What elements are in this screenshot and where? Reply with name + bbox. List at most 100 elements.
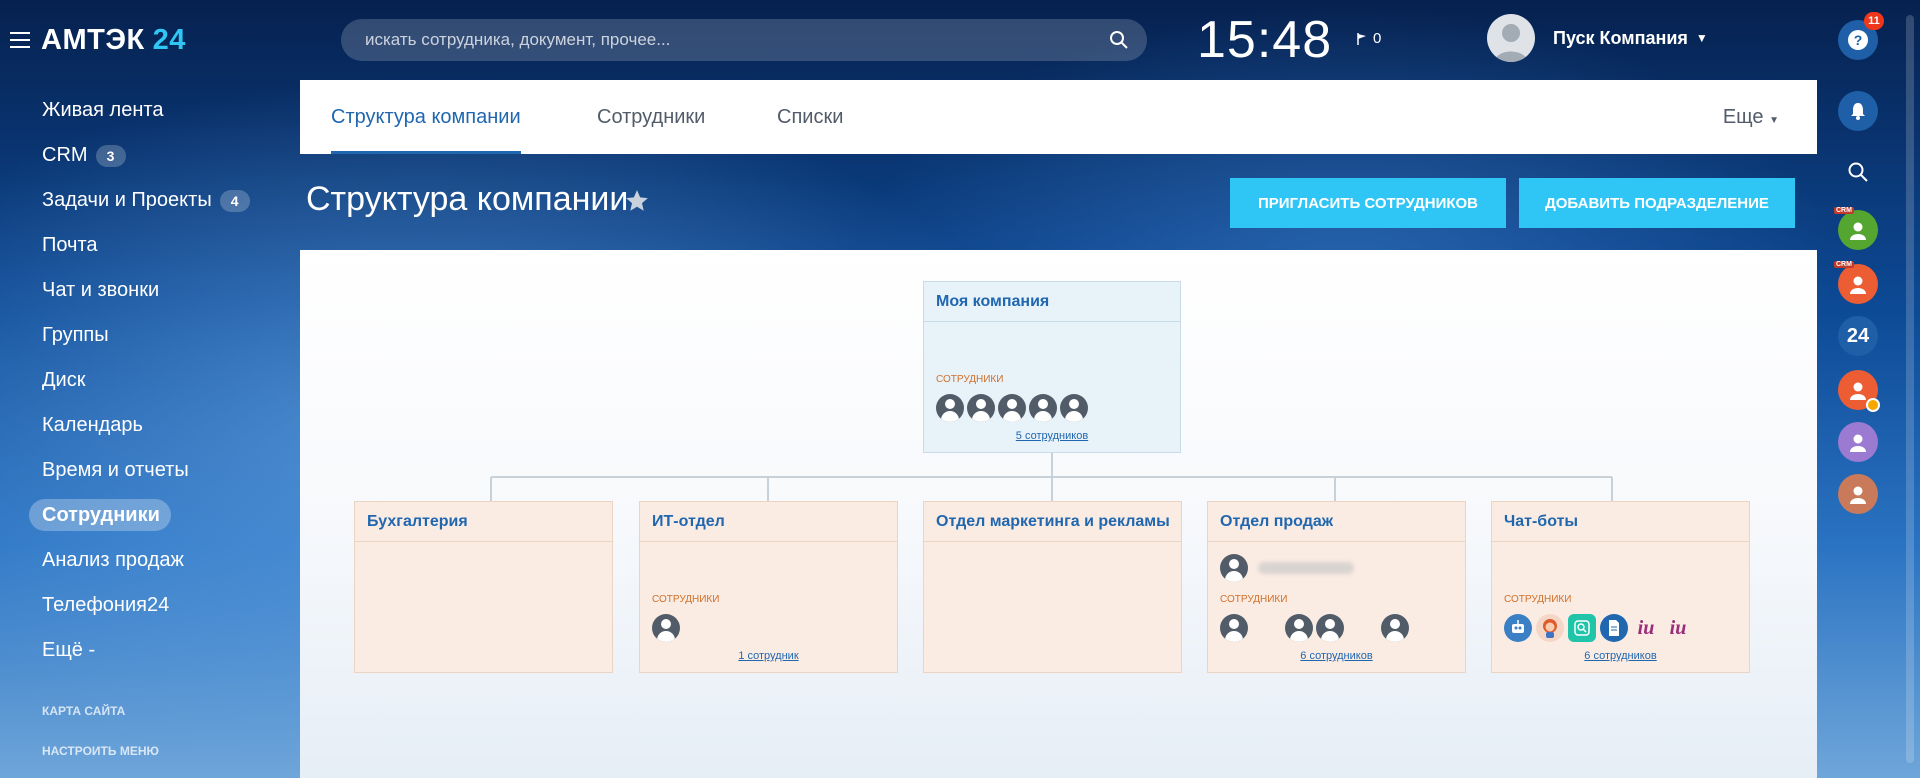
node-title[interactable]: Моя компания (924, 282, 1180, 322)
bot-logo-icon[interactable]: iu (1632, 614, 1660, 642)
tab-lists[interactable]: Списки (777, 80, 843, 154)
node-title[interactable]: Чат-боты (1492, 502, 1749, 542)
panel-search-button[interactable] (1838, 152, 1878, 192)
department-head-name-blurred (1258, 562, 1354, 574)
add-department-button[interactable]: ДОБАВИТЬ ПОДРАЗДЕЛЕНИЕ (1519, 178, 1795, 228)
top-bar: АМТЭК24 15:48 0 Пуск Компания ▼ (0, 0, 1920, 80)
bot-logo-icon[interactable]: iu (1664, 614, 1692, 642)
page-scrollbar[interactable] (1906, 15, 1914, 763)
menu-item-groups[interactable]: Группы (0, 313, 300, 358)
b24-chat[interactable]: 24 (1838, 316, 1878, 356)
logo-number: 24 (152, 24, 186, 56)
node-dept-accounting: Бухгалтерия (354, 501, 613, 673)
employees-label: СОТРУДНИКИ (936, 374, 1004, 385)
menu-item-label: Живая лента (42, 99, 164, 121)
employees-label: СОТРУДНИКИ (1220, 594, 1288, 605)
employee-count-link[interactable]: 6 сотрудников (1208, 650, 1465, 662)
chevron-down-icon: ▼ (1769, 115, 1779, 126)
employee-count-link[interactable]: 5 сотрудников (924, 430, 1180, 442)
document-icon (1609, 620, 1619, 636)
crm-chat-green[interactable]: CRM (1834, 207, 1878, 250)
node-title[interactable]: Бухгалтерия (355, 502, 612, 542)
employee-count-link[interactable]: 6 сотрудников (1492, 650, 1749, 662)
menu-item-calendar[interactable]: Календарь (0, 403, 300, 448)
help-button[interactable]: ? 11 (1838, 12, 1884, 60)
user-menu[interactable]: Пуск Компания ▼ (1487, 14, 1708, 62)
employee-avatar[interactable] (998, 394, 1026, 422)
employee-avatar[interactable] (1316, 614, 1344, 642)
department-head-avatar (1220, 554, 1248, 582)
menu-item-sales-analysis[interactable]: Анализ продаж (0, 538, 300, 583)
tab-label: Списки (777, 105, 844, 128)
employee-avatar[interactable] (1381, 614, 1409, 642)
menu-item-telephony[interactable]: Телефония24 (0, 583, 300, 628)
configure-menu-link[interactable]: НАСТРОИТЬ МЕНЮ (0, 731, 300, 771)
employee-avatar[interactable] (1029, 394, 1057, 422)
favorite-star-icon[interactable] (624, 188, 650, 214)
menu-item-crm[interactable]: CRM 3 (0, 133, 300, 178)
help-badge: 11 (1864, 12, 1884, 30)
employee-avatar[interactable] (967, 394, 995, 422)
search-input[interactable] (365, 19, 1085, 61)
logo[interactable]: АМТЭК 24 (41, 24, 186, 57)
tab-company-structure[interactable]: Структура компании (331, 80, 521, 154)
menu-item-disk[interactable]: Диск (0, 358, 300, 403)
node-title[interactable]: ИТ-отдел (640, 502, 897, 542)
employee-count-link[interactable]: 1 сотрудник (640, 650, 897, 662)
help-icon: ? (1848, 30, 1868, 50)
user-name: Пуск Компания (1553, 27, 1688, 48)
page-header: Структура компании ПРИГЛАСИТЬ СОТРУДНИКО… (300, 154, 1817, 250)
bot-redhead-icon[interactable] (1536, 614, 1564, 642)
user-icon (1850, 222, 1866, 240)
notifications-button[interactable] (1838, 91, 1878, 131)
employee-avatars (1220, 614, 1409, 642)
bot-search-icon[interactable] (1568, 614, 1596, 642)
counter-badge: 4 (219, 189, 250, 212)
menu-burger-icon[interactable] (10, 32, 30, 48)
employee-avatar[interactable] (1220, 614, 1248, 642)
search-icon (1848, 162, 1868, 182)
employee-avatar[interactable] (1285, 614, 1313, 642)
tabs-bar: Структура компании Сотрудники Списки Еще… (300, 80, 1817, 154)
employees-label: СОТРУДНИКИ (1504, 594, 1572, 605)
menu-item-mail[interactable]: Почта (0, 223, 300, 268)
department-head[interactable] (1220, 554, 1354, 582)
user-icon (1850, 276, 1866, 294)
menu-item-chat[interactable]: Чат и звонки (0, 268, 300, 313)
menu-item-more[interactable]: Ещё - (0, 628, 300, 673)
menu-item-label: Время и отчеты (42, 459, 189, 481)
employees-label: СОТРУДНИКИ (652, 594, 720, 605)
user-silhouette-icon (1495, 24, 1527, 62)
node-title[interactable]: Отдел маркетинга и рекламы (924, 502, 1181, 542)
chat-user-purple[interactable] (1838, 422, 1878, 462)
sitemap-link[interactable]: КАРТА САЙТА (0, 691, 300, 731)
chat-user-brown[interactable] (1838, 474, 1878, 514)
clock[interactable]: 15:48 (1197, 10, 1332, 70)
bell-icon (1851, 103, 1865, 120)
bot-robot-icon[interactable] (1504, 614, 1532, 642)
crm-chat-orange[interactable]: CRM (1834, 261, 1878, 304)
search-icon[interactable] (1109, 30, 1129, 50)
employee-avatar[interactable] (936, 394, 964, 422)
invite-employees-button[interactable]: ПРИГЛАСИТЬ СОТРУДНИКОВ (1230, 178, 1506, 228)
tab-employees[interactable]: Сотрудники (597, 80, 705, 154)
menu-item-label: Сотрудники (42, 504, 160, 526)
menu-item-employees[interactable]: Сотрудники (0, 493, 300, 538)
user-icon (1850, 382, 1866, 400)
menu-item-tasks[interactable]: Задачи и Проекты 4 (0, 178, 300, 223)
bot-document-icon[interactable] (1600, 614, 1628, 642)
bot-avatars: iu iu (1504, 614, 1692, 642)
menu-spacer (0, 673, 300, 691)
employee-avatar[interactable] (652, 614, 680, 642)
worktime-flag[interactable]: 0 (1357, 30, 1381, 47)
employee-avatar[interactable] (1060, 394, 1088, 422)
menu-item-feed[interactable]: Живая лента (0, 88, 300, 133)
node-title[interactable]: Отдел продаж (1208, 502, 1465, 542)
chat-user-orange[interactable] (1838, 370, 1880, 412)
menu-item-label: Ещё - (42, 639, 96, 661)
tab-more[interactable]: Еще ▼ (1723, 106, 1779, 129)
tab-more-label: Еще (1722, 106, 1764, 128)
flag-count: 0 (1373, 30, 1382, 47)
menu-item-timeman[interactable]: Время и отчеты (0, 448, 300, 493)
search-box (341, 19, 1147, 61)
